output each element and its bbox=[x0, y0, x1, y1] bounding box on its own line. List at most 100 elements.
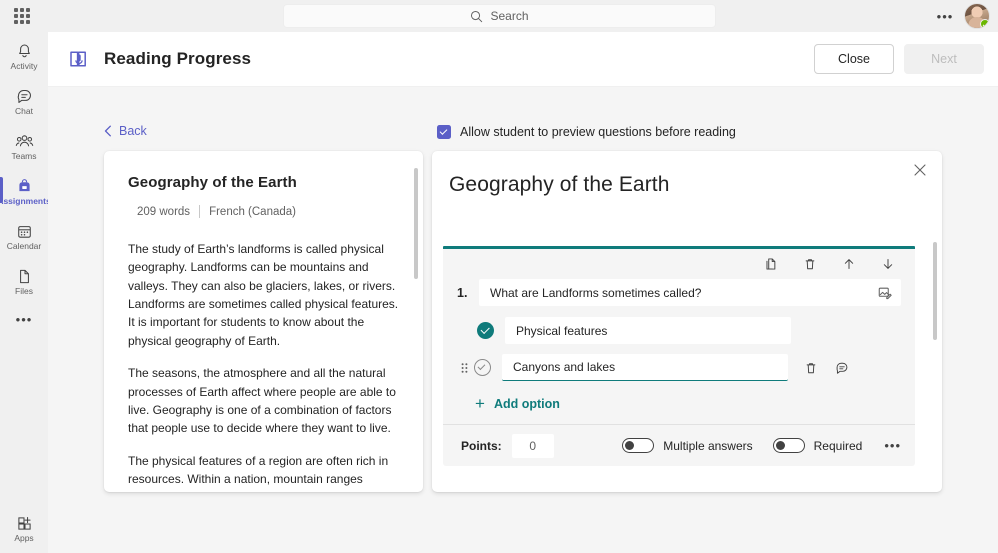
checkbox-checked-icon bbox=[437, 125, 451, 139]
delete-option-icon[interactable] bbox=[802, 359, 820, 377]
option-text-input[interactable]: Canyons and lakes bbox=[502, 354, 788, 381]
backpack-icon bbox=[16, 177, 33, 196]
option-text-input[interactable]: Physical features bbox=[505, 317, 791, 344]
option-actions bbox=[802, 359, 851, 377]
passage-paragraph: The physical features of a region are of… bbox=[128, 453, 389, 492]
content-area: Back Allow student to preview questions … bbox=[48, 87, 998, 553]
top-bar-right: ••• bbox=[932, 0, 990, 32]
question-card: 1. What are Landforms sometimes called? … bbox=[443, 246, 915, 466]
option-text: Canyons and lakes bbox=[513, 360, 616, 374]
search-placeholder: Search bbox=[490, 9, 529, 23]
sidebar-more-label: ••• bbox=[15, 311, 33, 327]
page-header: Reading Progress Close Next bbox=[48, 32, 998, 87]
preview-questions-checkbox[interactable]: Allow student to preview questions befor… bbox=[437, 125, 736, 139]
back-button[interactable]: Back bbox=[104, 124, 147, 138]
passage-text: The study of Earth’s landforms is called… bbox=[128, 240, 399, 492]
file-icon bbox=[16, 267, 33, 286]
plus-icon: + bbox=[475, 394, 485, 413]
move-down-icon[interactable] bbox=[879, 255, 897, 273]
question-text-input[interactable]: What are Landforms sometimes called? bbox=[479, 279, 901, 306]
people-icon bbox=[15, 132, 34, 151]
close-button[interactable]: Close bbox=[814, 44, 894, 74]
question-text: What are Landforms sometimes called? bbox=[490, 285, 702, 300]
close-icon bbox=[914, 164, 926, 176]
passage-title: Geography of the Earth bbox=[128, 174, 297, 191]
calendar-icon bbox=[16, 222, 33, 241]
required-toggle[interactable] bbox=[772, 438, 805, 453]
apps-grid-icon bbox=[16, 514, 33, 533]
search-icon bbox=[471, 10, 483, 22]
multiple-answers-label: Multiple answers bbox=[663, 438, 753, 453]
option-correct-icon[interactable] bbox=[477, 322, 494, 339]
search-box[interactable]: Search bbox=[283, 4, 716, 28]
sidebar-more-button[interactable]: ••• bbox=[0, 302, 48, 336]
sidebar-item-files[interactable]: Files bbox=[0, 260, 48, 302]
next-button[interactable]: Next bbox=[904, 44, 984, 74]
passage-content: Geography of the Earth 209 words French … bbox=[104, 151, 423, 492]
search-input[interactable]: Search bbox=[283, 4, 716, 28]
reading-progress-icon bbox=[66, 46, 92, 72]
chat-bubble-icon bbox=[16, 87, 33, 106]
option-row: Physical features bbox=[443, 317, 915, 344]
comment-icon[interactable] bbox=[833, 359, 851, 377]
sidebar-item-assignments[interactable]: Assignments bbox=[0, 170, 51, 212]
option-text: Physical features bbox=[516, 323, 608, 338]
question-card-toolbar bbox=[443, 249, 915, 279]
sidebar-item-apps[interactable]: Apps bbox=[0, 507, 48, 549]
required-label: Required bbox=[813, 438, 863, 453]
teams-window: Search ••• Activity Chat Teams Assignmen… bbox=[0, 0, 998, 553]
sub-toolbar: Back Allow student to preview questions … bbox=[104, 124, 934, 146]
option-row: Canyons and lakes bbox=[443, 354, 915, 381]
multiple-answers-toggle[interactable] bbox=[622, 438, 655, 453]
chevron-left-icon bbox=[104, 125, 111, 137]
sidebar-item-label: Calendar bbox=[6, 240, 42, 251]
page-title: Reading Progress bbox=[104, 49, 252, 68]
presence-available-badge bbox=[980, 19, 989, 28]
avatar[interactable] bbox=[964, 3, 990, 29]
sidebar-item-label: Chat bbox=[15, 105, 33, 116]
question-row: 1. What are Landforms sometimes called? bbox=[443, 279, 915, 306]
insert-media-icon[interactable] bbox=[875, 284, 893, 302]
question-panel-title: Geography of the Earth bbox=[449, 173, 670, 196]
points-label: Points: bbox=[461, 438, 502, 453]
question-panel-scrollbar[interactable] bbox=[933, 242, 937, 340]
question-panel: Geography of the Earth 1. What are Landf… bbox=[432, 151, 942, 492]
copy-icon[interactable] bbox=[762, 255, 780, 273]
points-input[interactable]: 0 bbox=[511, 433, 554, 458]
delete-icon[interactable] bbox=[801, 255, 819, 273]
sidebar-item-label: Teams bbox=[11, 150, 37, 161]
back-label: Back bbox=[119, 124, 147, 138]
preview-questions-label: Allow student to preview questions befor… bbox=[460, 125, 736, 139]
sidebar-item-label: Files bbox=[15, 285, 33, 296]
points-value: 0 bbox=[529, 438, 537, 453]
settings-more-label: ••• bbox=[936, 8, 954, 24]
question-more-button[interactable]: ••• bbox=[884, 438, 901, 453]
passage-meta: 209 words French (Canada) bbox=[128, 205, 399, 218]
passage-paragraph: The study of Earth’s landforms is called… bbox=[128, 242, 399, 348]
meta-divider bbox=[199, 205, 201, 218]
close-panel-button[interactable] bbox=[909, 159, 931, 181]
left-rail: Activity Chat Teams Assignments Calendar bbox=[0, 32, 51, 553]
settings-more-button[interactable]: ••• bbox=[932, 3, 958, 29]
sidebar-item-calendar[interactable]: Calendar bbox=[0, 215, 48, 257]
question-footer: Points: 0 Multiple answers Required ••• bbox=[443, 424, 915, 466]
app-launcher-icon[interactable] bbox=[0, 0, 44, 32]
passage-card: Geography of the Earth 209 words French … bbox=[104, 151, 423, 492]
move-up-icon[interactable] bbox=[840, 255, 858, 273]
add-option-button[interactable]: + Add option bbox=[461, 395, 915, 412]
add-option-label: Add option bbox=[493, 396, 560, 411]
sidebar-bottom: Apps bbox=[0, 504, 48, 549]
app-launcher-grid bbox=[14, 8, 30, 24]
drag-handle-icon[interactable] bbox=[457, 362, 471, 374]
word-count: 209 words bbox=[137, 205, 191, 218]
sidebar-item-label: Apps bbox=[14, 532, 34, 543]
sidebar-item-chat[interactable]: Chat bbox=[0, 80, 48, 122]
option-correct-toggle-icon[interactable] bbox=[474, 359, 491, 376]
top-bar: Search ••• bbox=[0, 0, 998, 32]
passage-paragraph: The seasons, the atmosphere and all the … bbox=[128, 366, 396, 436]
passage-language: French (Canada) bbox=[209, 205, 296, 218]
sidebar-item-teams[interactable]: Teams bbox=[0, 125, 48, 167]
sidebar-item-label: Assignments bbox=[0, 195, 51, 206]
sidebar-item-activity[interactable]: Activity bbox=[0, 35, 48, 77]
passage-scrollbar[interactable] bbox=[414, 168, 418, 279]
